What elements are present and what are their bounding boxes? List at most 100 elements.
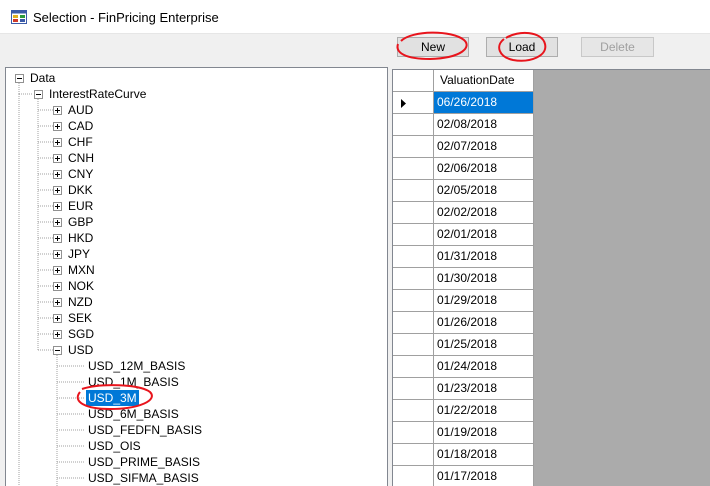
tree-node-sgd[interactable]: SGD [68,326,94,342]
tree-expander-interest-rate-curve[interactable] [34,90,43,99]
tree-node-usd-3m[interactable]: USD_3M [86,390,139,406]
valuation-date-cell[interactable]: 01/17/2018 [434,466,534,486]
tree-node-usd-prime-basis[interactable]: USD_PRIME_BASIS [88,454,200,470]
valuation-date-cell[interactable]: 01/25/2018 [434,334,534,356]
row-header[interactable] [393,444,434,466]
valuation-date-cell[interactable]: 01/30/2018 [434,268,534,290]
tree-expander-cad[interactable] [53,122,62,131]
tree-node-usd[interactable]: USD [68,342,93,358]
row-header[interactable] [393,92,434,114]
row-header[interactable] [393,224,434,246]
tree-node-aud[interactable]: AUD [68,102,93,118]
row-header[interactable] [393,290,434,312]
tree-node-jpy[interactable]: JPY [68,246,90,262]
valuation-date-cell[interactable]: 02/07/2018 [434,136,534,158]
new-button[interactable]: New [397,37,469,57]
grid-row[interactable]: 06/26/2018 [393,92,534,114]
curve-tree-view[interactable]: Data InterestRateCurve AUD CAD CHF CNH CNY DKK E… [5,67,388,486]
row-header[interactable] [393,378,434,400]
grid-row[interactable]: 02/07/2018 [393,136,534,158]
load-button[interactable]: Load [486,37,558,57]
row-header[interactable] [393,422,434,444]
row-header[interactable] [393,312,434,334]
valuation-date-cell[interactable]: 02/02/2018 [434,202,534,224]
row-header[interactable] [393,136,434,158]
tree-node-usd-ois[interactable]: USD_OIS [88,438,141,454]
valuation-date-cell[interactable]: 01/29/2018 [434,290,534,312]
tree-node-usd-1m-basis[interactable]: USD_1M_BASIS [88,374,179,390]
tree-node-cnh[interactable]: CNH [68,150,94,166]
tree-node-usd-12m-basis[interactable]: USD_12M_BASIS [88,358,185,374]
tree-expander-nzd[interactable] [53,298,62,307]
valuation-date-grid[interactable]: ValuationDate 06/26/2018 02/08/2018 02/07/… [392,69,710,486]
row-header[interactable] [393,334,434,356]
tree-node-nok[interactable]: NOK [68,278,94,294]
row-header[interactable] [393,202,434,224]
row-header[interactable] [393,114,434,136]
tree-expander-sek[interactable] [53,314,62,323]
grid-row[interactable]: 01/24/2018 [393,356,534,378]
tree-node-eur[interactable]: EUR [68,198,93,214]
row-header[interactable] [393,400,434,422]
tree-expander-chf[interactable] [53,138,62,147]
row-header[interactable] [393,158,434,180]
grid-row[interactable]: 01/29/2018 [393,290,534,312]
grid-row[interactable]: 01/19/2018 [393,422,534,444]
tree-node-nzd[interactable]: NZD [68,294,93,310]
tree-node-usd-fedfn-basis[interactable]: USD_FEDFN_BASIS [88,422,202,438]
row-header[interactable] [393,268,434,290]
delete-button[interactable]: Delete [581,37,654,57]
grid-row[interactable]: 01/17/2018 [393,466,534,486]
valuation-date-cell[interactable]: 02/08/2018 [434,114,534,136]
row-header[interactable] [393,246,434,268]
tree-node-data[interactable]: Data [30,70,55,86]
row-header[interactable] [393,180,434,202]
tree-node-interest-rate-curve[interactable]: InterestRateCurve [49,86,146,102]
row-header[interactable] [393,356,434,378]
valuation-date-cell[interactable]: 01/23/2018 [434,378,534,400]
valuation-date-cell[interactable]: 06/26/2018 [434,92,534,114]
grid-row[interactable]: 01/25/2018 [393,334,534,356]
tree-node-cny[interactable]: CNY [68,166,93,182]
tree-expander-cny[interactable] [53,170,62,179]
valuation-date-cell[interactable]: 01/18/2018 [434,444,534,466]
tree-expander-data[interactable] [15,74,24,83]
tree-expander-jpy[interactable] [53,250,62,259]
grid-row[interactable]: 01/18/2018 [393,444,534,466]
tree-expander-cnh[interactable] [53,154,62,163]
valuation-date-cell[interactable]: 01/26/2018 [434,312,534,334]
tree-expander-hkd[interactable] [53,234,62,243]
tree-node-gbp[interactable]: GBP [68,214,93,230]
valuation-date-cell[interactable]: 02/05/2018 [434,180,534,202]
grid-row[interactable]: 02/01/2018 [393,224,534,246]
valuation-date-column-header[interactable]: ValuationDate [434,70,534,92]
valuation-date-cell[interactable]: 01/19/2018 [434,422,534,444]
valuation-date-cell[interactable]: 01/31/2018 [434,246,534,268]
tree-expander-eur[interactable] [53,202,62,211]
tree-node-usd-6m-basis[interactable]: USD_6M_BASIS [88,406,179,422]
grid-row[interactable]: 01/22/2018 [393,400,534,422]
tree-node-cad[interactable]: CAD [68,118,93,134]
grid-row[interactable]: 01/23/2018 [393,378,534,400]
tree-node-chf[interactable]: CHF [68,134,93,150]
tree-node-mxn[interactable]: MXN [68,262,95,278]
tree-expander-sgd[interactable] [53,330,62,339]
grid-row[interactable]: 01/30/2018 [393,268,534,290]
tree-node-sek[interactable]: SEK [68,310,92,326]
valuation-date-cell[interactable]: 02/06/2018 [434,158,534,180]
grid-row[interactable]: 01/31/2018 [393,246,534,268]
tree-expander-dkk[interactable] [53,186,62,195]
row-header[interactable] [393,466,434,486]
grid-row[interactable]: 02/06/2018 [393,158,534,180]
tree-expander-nok[interactable] [53,282,62,291]
grid-row[interactable]: 02/02/2018 [393,202,534,224]
tree-expander-aud[interactable] [53,106,62,115]
valuation-date-cell[interactable]: 02/01/2018 [434,224,534,246]
grid-row[interactable]: 02/08/2018 [393,114,534,136]
tree-expander-gbp[interactable] [53,218,62,227]
valuation-date-cell[interactable]: 01/22/2018 [434,400,534,422]
tree-node-usd-sifma-basis[interactable]: USD_SIFMA_BASIS [88,470,199,486]
tree-expander-usd[interactable] [53,346,62,355]
valuation-date-cell[interactable]: 01/24/2018 [434,356,534,378]
grid-row[interactable]: 02/05/2018 [393,180,534,202]
